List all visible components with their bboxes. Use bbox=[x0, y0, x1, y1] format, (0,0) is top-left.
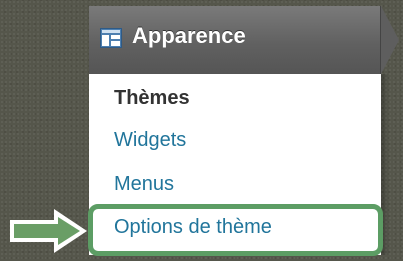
submenu-item-menus[interactable]: Menus bbox=[114, 173, 174, 196]
submenu-item-themes[interactable]: Thèmes bbox=[114, 87, 190, 110]
theme-options-highlight bbox=[88, 204, 383, 256]
appearance-menu-label[interactable]: Apparence bbox=[132, 23, 246, 49]
appearance-icon bbox=[100, 28, 122, 48]
submenu-item-widgets[interactable]: Widgets bbox=[114, 129, 186, 152]
menu-current-arrow bbox=[381, 6, 399, 74]
right-arrow-icon bbox=[10, 209, 87, 253]
